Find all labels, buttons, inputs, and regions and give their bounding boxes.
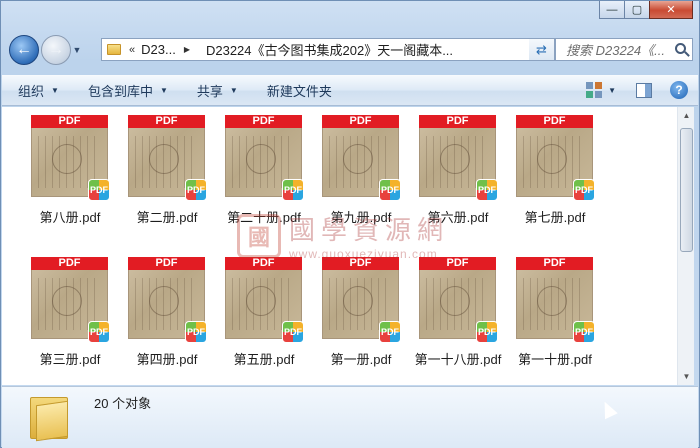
address-bar[interactable]: « D23... ▶ D23224《古今图书集成202》天一阁藏本... ▼ — [101, 38, 553, 61]
forward-button[interactable]: → — [41, 35, 71, 65]
pdf-app-icon: PDF — [282, 179, 304, 201]
page-diagram — [537, 144, 567, 174]
pdf-app-icon: PDF — [282, 321, 304, 343]
chevron-down-icon: ▼ — [229, 86, 238, 95]
maximize-button[interactable]: ▢ — [624, 1, 650, 19]
pdf-header-label: PDF — [516, 257, 593, 270]
breadcrumb-item[interactable]: D23... — [141, 42, 176, 57]
vertical-scrollbar[interactable]: ▲ ▼ — [677, 107, 694, 385]
minimize-button[interactable]: — — [599, 1, 625, 19]
pdf-app-icon: PDF — [88, 321, 110, 343]
preview-pane-icon[interactable] — [636, 82, 652, 98]
page-diagram — [52, 144, 82, 174]
page-diagram — [246, 286, 276, 316]
new-folder-label: 新建文件夹 — [266, 84, 332, 99]
close-button[interactable]: ✕ — [649, 1, 693, 19]
help-icon[interactable]: ? — [670, 81, 688, 99]
arrow-left-icon: ← — [16, 41, 32, 58]
share-menu[interactable]: 共享 ▼ — [197, 81, 238, 100]
file-list: PDF PDF 第八册.pdf PDF PDF 第二册.pdf PDF PDF 第二十册.pdf… — [2, 107, 677, 385]
folder-icon — [107, 44, 121, 55]
back-button[interactable]: ← — [9, 35, 39, 65]
pdf-app-icon: PDF — [185, 321, 207, 343]
page-diagram — [149, 144, 179, 174]
pdf-app-icon: PDF — [573, 321, 595, 343]
new-folder-button[interactable]: 新建文件夹 — [267, 81, 332, 100]
breadcrumb-current[interactable]: D23224《古今图书集成202》天一阁藏本... — [206, 40, 453, 59]
page-diagram — [537, 286, 567, 316]
organize-menu[interactable]: 组织 ▼ — [18, 81, 59, 100]
organize-label: 组织 — [18, 84, 45, 99]
command-bar: 组织 ▼ 包含到库中 ▼ 共享 ▼ 新建文件夹 ▼ ? — [2, 75, 698, 106]
share-label: 共享 — [196, 84, 223, 99]
page-diagram — [52, 286, 82, 316]
breadcrumb-overflow[interactable]: « — [129, 44, 135, 56]
chevron-down-icon: ▼ — [51, 86, 59, 95]
page-diagram — [343, 144, 373, 174]
file-name[interactable]: 第一十册.pdf — [497, 349, 613, 368]
arrow-right-icon: → — [48, 41, 64, 58]
scrollbar-thumb[interactable] — [680, 128, 693, 252]
pdf-header-label: PDF — [322, 257, 399, 270]
chevron-down-icon: ▼ — [72, 45, 82, 55]
pdf-app-icon: PDF — [476, 321, 498, 343]
item-count: 20 个对象 — [94, 396, 152, 411]
search-input[interactable]: 搜索 D23224《... — [566, 40, 670, 59]
toolbar-right: ▼ ? — [586, 81, 688, 99]
include-in-library-label: 包含到库中 — [87, 84, 153, 99]
breadcrumb-separator-icon[interactable]: ▶ — [184, 45, 190, 54]
pdf-header-label: PDF — [419, 257, 496, 270]
scroll-down-icon[interactable]: ▼ — [678, 368, 695, 385]
view-options-dropdown-icon[interactable]: ▼ — [608, 86, 616, 95]
search-icon — [675, 43, 686, 54]
pdf-header-label: PDF — [31, 257, 108, 270]
pdf-header-label: PDF — [225, 115, 302, 128]
explorer-window: — ▢ ✕ ← → ▼ « D23... ▶ D23224《古今图书集成202》… — [0, 0, 700, 448]
pdf-app-icon: PDF — [476, 179, 498, 201]
folder-large-icon — [30, 391, 70, 442]
scroll-up-icon[interactable]: ▲ — [678, 107, 695, 124]
pdf-app-icon: PDF — [88, 179, 110, 201]
refresh-button[interactable]: ⇄ — [529, 38, 555, 61]
chevron-down-icon: ▼ — [159, 86, 168, 95]
pdf-header-label: PDF — [31, 115, 108, 128]
include-in-library-menu[interactable]: 包含到库中 ▼ — [88, 81, 168, 100]
file-name[interactable]: 第七册.pdf — [497, 207, 613, 226]
pdf-header-label: PDF — [419, 115, 496, 128]
pdf-header-label: PDF — [128, 115, 205, 128]
page-diagram — [149, 286, 179, 316]
navigation-bar: ← → ▼ « D23... ▶ D23224《古今图书集成202》天一阁藏本.… — [9, 35, 693, 65]
refresh-icon: ⇄ — [536, 41, 547, 57]
pdf-app-icon: PDF — [573, 179, 595, 201]
pdf-header-label: PDF — [322, 115, 399, 128]
pdf-header-label: PDF — [128, 257, 205, 270]
caption-buttons: — ▢ ✕ — [599, 1, 693, 19]
pdf-app-icon: PDF — [379, 321, 401, 343]
page-diagram — [440, 144, 470, 174]
recent-pages-dropdown[interactable]: ▼ — [71, 45, 83, 55]
change-view-icon[interactable] — [586, 82, 603, 98]
details-pane: 20 个对象 — [2, 386, 698, 448]
page-diagram — [343, 286, 373, 316]
page-diagram — [246, 144, 276, 174]
pdf-header-label: PDF — [516, 115, 593, 128]
pdf-header-label: PDF — [225, 257, 302, 270]
page-diagram — [440, 286, 470, 316]
pdf-app-icon: PDF — [379, 179, 401, 201]
pdf-app-icon: PDF — [185, 179, 207, 201]
search-box[interactable]: 搜索 D23224《... — [555, 38, 693, 61]
